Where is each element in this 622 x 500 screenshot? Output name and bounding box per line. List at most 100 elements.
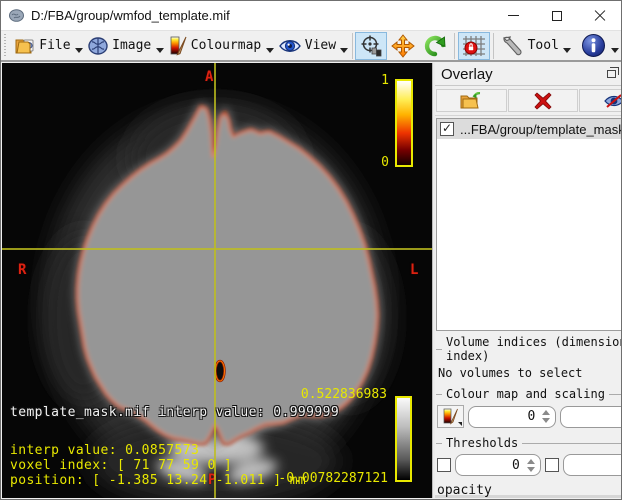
- float-panel-button[interactable]: [603, 66, 621, 82]
- file-dropdown-arrow[interactable]: [75, 32, 84, 60]
- hide-overlay-button[interactable]: [579, 89, 622, 112]
- rotate-arrow-icon: [423, 34, 447, 58]
- lower-threshold-value: 0: [512, 458, 520, 473]
- orientation-label-left: L: [410, 262, 418, 278]
- app-window: D:/FBA/group/wmfod_template.mif File I: [0, 0, 622, 500]
- toolbar-separator: [454, 33, 455, 59]
- voxel-index-text: voxel index: [ 71 77 59 0 ]: [10, 458, 232, 473]
- overlay-visible-checkbox[interactable]: [440, 122, 454, 136]
- lower-threshold-spinbox[interactable]: 0: [455, 454, 541, 476]
- opacity-label: opacity: [435, 480, 622, 498]
- grid-lock-icon: [462, 34, 486, 58]
- focus-mode-button[interactable]: [355, 32, 387, 60]
- spinner-arrows[interactable]: [527, 459, 535, 472]
- no-volumes-text: No volumes to select: [435, 365, 622, 383]
- overlay-item-label: ...FBA/group/template_mask.mif: [460, 122, 622, 137]
- rotate-mode-button[interactable]: [419, 32, 451, 60]
- colourmap-button-label: Colourmap: [191, 38, 261, 53]
- info-icon: [581, 33, 606, 58]
- spinner-arrows[interactable]: [542, 410, 550, 423]
- brain-slice-render: [2, 63, 432, 498]
- close-button[interactable]: [578, 1, 621, 30]
- overlay-colorbar: [395, 79, 413, 167]
- interp-value-text: interp value: 0.0857573: [10, 443, 199, 458]
- chevron-down-icon: [266, 48, 274, 53]
- upper-threshold-spinbox[interactable]: 1: [563, 454, 622, 476]
- minimize-icon: [508, 15, 519, 16]
- dropdown-indicator: [458, 422, 462, 426]
- orientation-label-right: R: [18, 262, 26, 278]
- red-cross-icon: [534, 92, 552, 110]
- wrench-icon: [501, 35, 525, 57]
- colourmap-icon: [168, 35, 188, 57]
- scaling-max-spinbox[interactable]: 1: [560, 406, 622, 428]
- view-dropdown-arrow[interactable]: [340, 32, 349, 60]
- snap-to-grid-button[interactable]: [458, 32, 490, 60]
- info-dropdown-arrow[interactable]: [610, 32, 619, 60]
- overlay-toolbar: [435, 86, 622, 116]
- position-text: position: [ -1.385 13.24 -1.011 ] mm: [10, 473, 306, 488]
- maximize-icon: [552, 11, 562, 21]
- thresholds-group-label: Thresholds: [436, 436, 622, 450]
- close-icon: [594, 10, 606, 22]
- remove-overlay-button[interactable]: [508, 89, 579, 112]
- image-viewport[interactable]: A R L P 1 0 0.522836983 -0.00782287121 t…: [2, 63, 432, 498]
- file-button-label: File: [39, 38, 70, 53]
- title-bar: D:/FBA/group/wmfod_template.mif: [1, 1, 621, 30]
- colourmap-scaling-row: 0 1: [435, 403, 622, 432]
- file-button[interactable]: File: [10, 32, 74, 60]
- crosshair-horizontal-line: [2, 248, 432, 250]
- open-overlay-button[interactable]: [436, 89, 507, 112]
- colourmap-button[interactable]: Colourmap: [164, 32, 265, 60]
- window-title: D:/FBA/group/wmfod_template.mif: [31, 8, 492, 23]
- tool-dropdown-arrow[interactable]: [563, 32, 572, 60]
- colourmap-icon: [443, 408, 459, 425]
- overlay-panel-header: Overlay: [435, 63, 622, 86]
- lower-threshold-checkbox[interactable]: [437, 458, 451, 472]
- colourmap-dropdown-arrow[interactable]: [265, 32, 274, 60]
- upper-threshold-checkbox[interactable]: [545, 458, 559, 472]
- thresholds-row: 0 1: [435, 452, 622, 480]
- tool-button[interactable]: Tool: [497, 32, 563, 60]
- image-button[interactable]: Image: [83, 32, 155, 60]
- main-area: A R L P 1 0 0.522836983 -0.00782287121 t…: [2, 63, 620, 498]
- image-dropdown-arrow[interactable]: [155, 32, 164, 60]
- tool-button-label: Tool: [528, 38, 559, 53]
- hidden-eye-icon: [603, 93, 622, 109]
- colourmap-select-button[interactable]: [437, 405, 464, 428]
- main-colorbar-max: 0.522836983: [301, 387, 387, 402]
- toolbar-separator: [352, 33, 353, 59]
- scaling-min-value: 0: [528, 409, 536, 424]
- open-folder-icon: [460, 92, 482, 110]
- main-toolbar: File Image Colourmap: [1, 30, 621, 62]
- overlay-panel-title: Overlay: [441, 66, 597, 83]
- chevron-down-icon: [611, 48, 619, 53]
- scaling-min-spinbox[interactable]: 0: [468, 406, 556, 428]
- float-icon: [607, 70, 616, 78]
- overlay-colorbar-min: 0: [381, 155, 389, 170]
- pan-mode-button[interactable]: [387, 32, 419, 60]
- brain-icon: [87, 36, 109, 56]
- image-button-label: Image: [112, 38, 151, 53]
- app-brain-icon: [8, 7, 25, 24]
- toolbar-separator: [493, 33, 494, 59]
- chevron-down-icon: [75, 48, 83, 53]
- view-button-label: View: [305, 38, 336, 53]
- colourmap-group-label: Colour map and scaling: [436, 387, 622, 401]
- move-arrows-icon: [391, 34, 415, 58]
- crosshair-icon: [359, 34, 383, 58]
- orientation-label-anterior: A: [205, 69, 213, 85]
- chevron-down-icon: [563, 48, 571, 53]
- view-button[interactable]: View: [274, 32, 340, 60]
- overlay-panel: Overlay: [435, 63, 622, 498]
- file-folder-icon: [14, 36, 36, 56]
- eye-icon: [278, 37, 302, 55]
- overlay-colorbar-max: 1: [381, 73, 389, 88]
- toolbar-drag-handle[interactable]: [4, 34, 7, 58]
- minimize-button[interactable]: [492, 1, 535, 30]
- overlay-list[interactable]: ...FBA/group/template_mask.mif: [436, 118, 622, 331]
- info-button[interactable]: [577, 32, 610, 60]
- overlay-list-item[interactable]: ...FBA/group/template_mask.mif: [437, 119, 622, 139]
- maximize-button[interactable]: [535, 1, 578, 30]
- crosshair-vertical-line: [214, 63, 216, 498]
